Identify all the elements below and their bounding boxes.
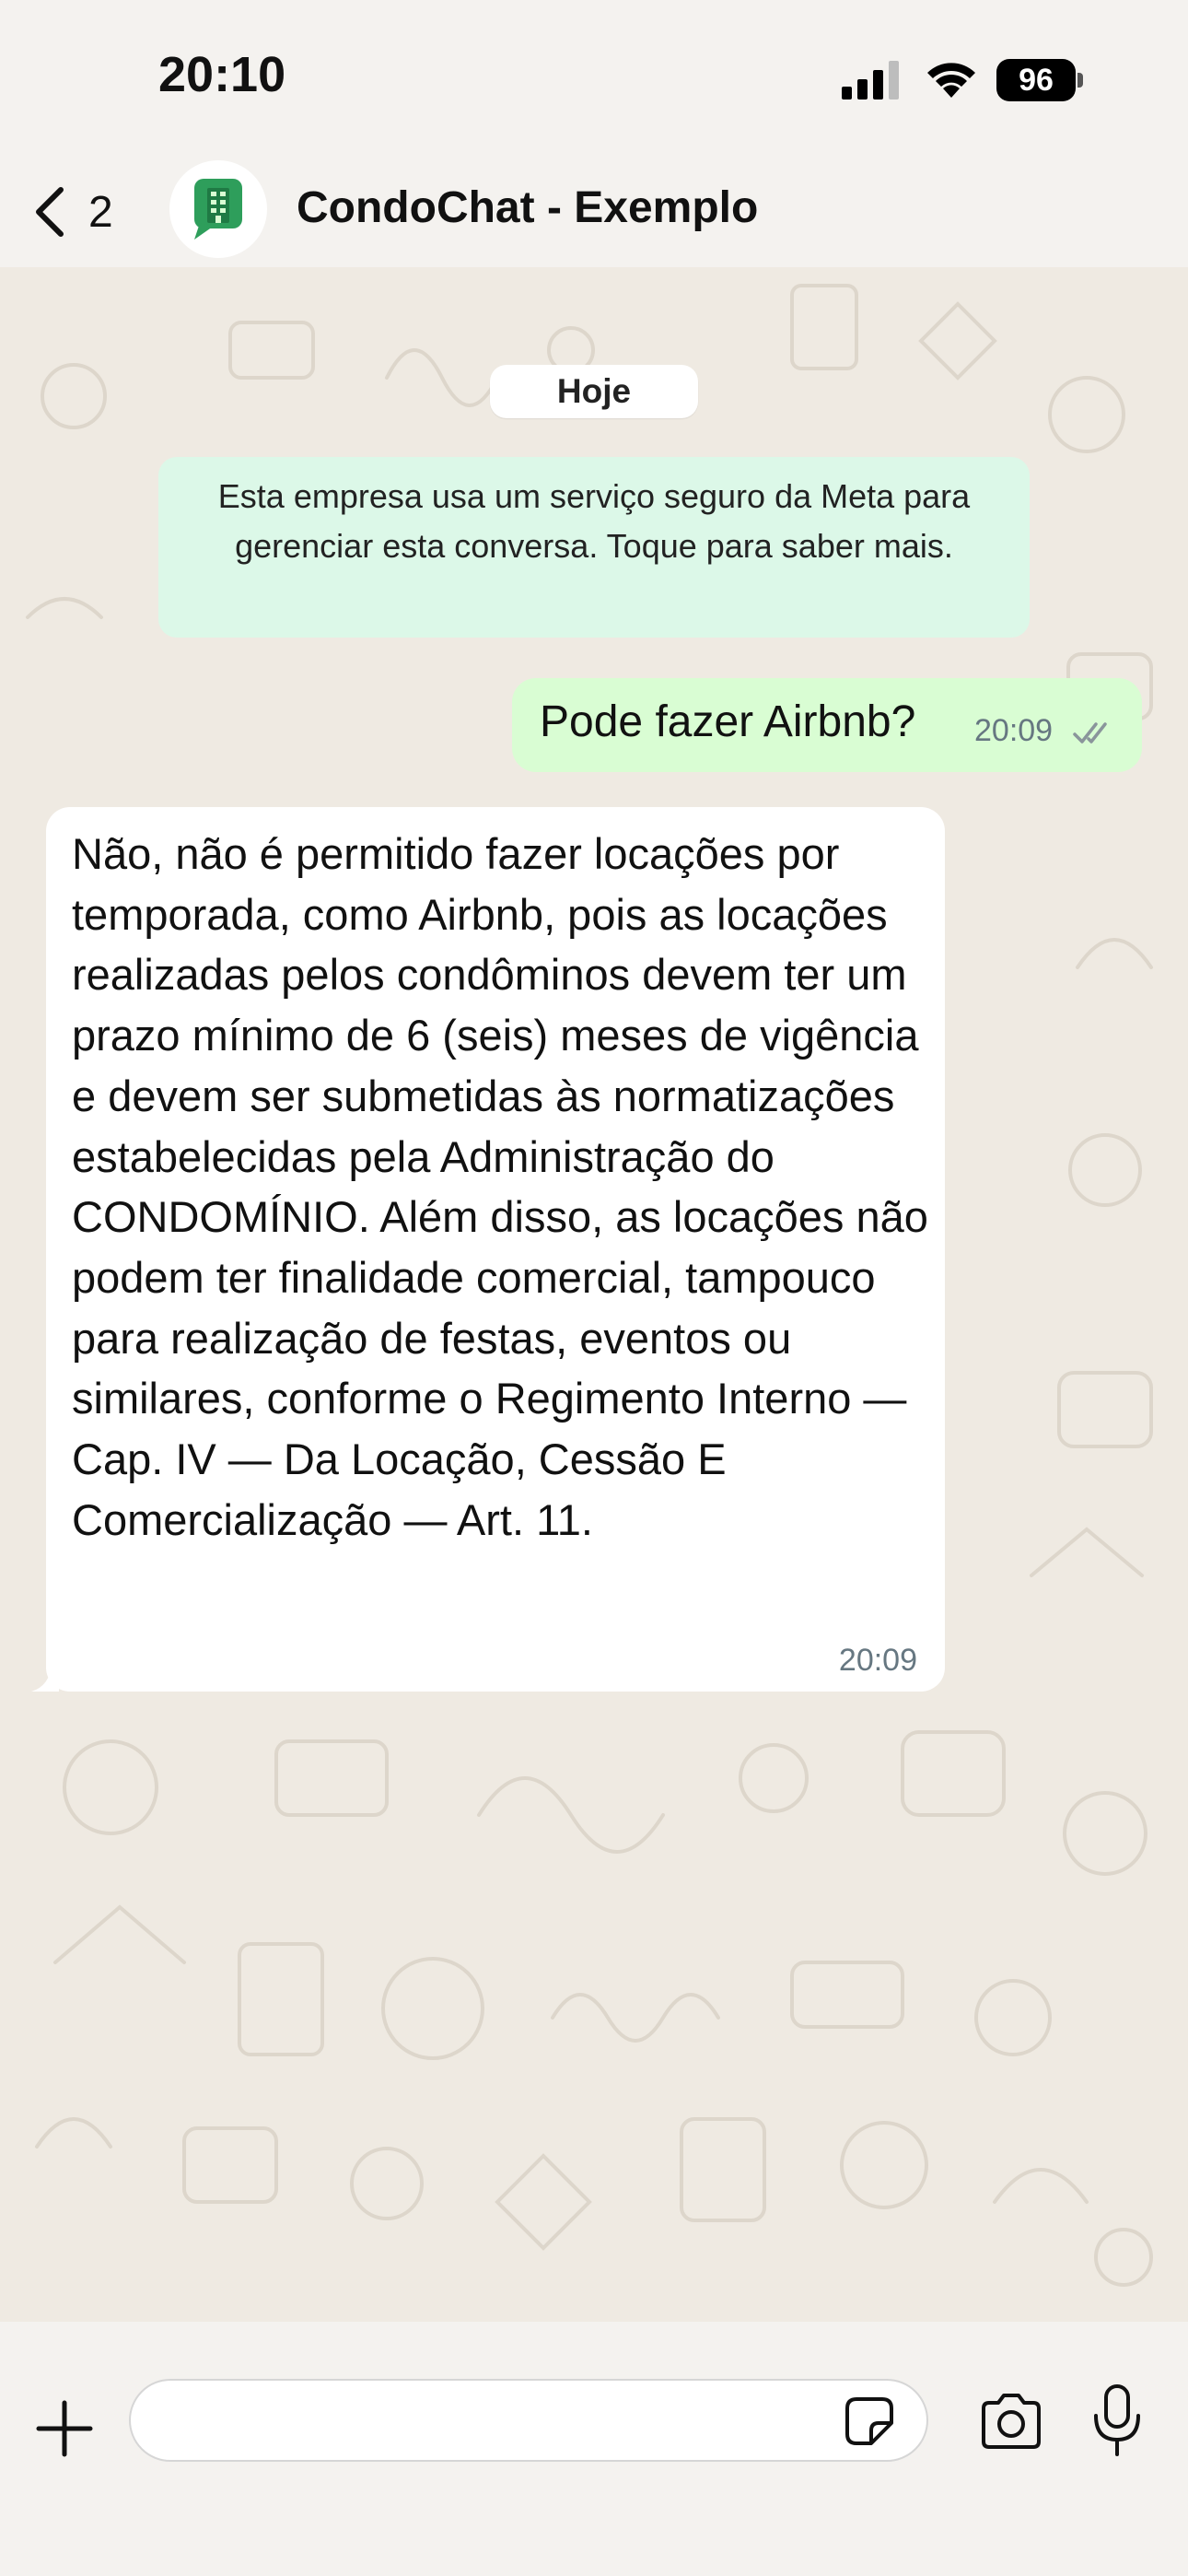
chevron-left-icon [36,187,64,237]
battery-level: 96 [996,59,1076,101]
bubble-tail [31,1664,59,1692]
back-button[interactable]: 2 [29,175,131,249]
plus-icon[interactable] [33,2397,96,2460]
avatar[interactable] [169,160,267,258]
message-time: 20:09 [838,1643,917,1678]
sticker-icon[interactable] [844,2395,895,2447]
wifi-icon [927,63,975,98]
microphone-icon[interactable] [1090,2383,1144,2458]
chat-area[interactable]: Hoje Esta empresa usa um serviço seguro … [0,267,1188,2322]
battery-icon: 96 [996,59,1085,101]
message-text: Não, não é permitido fazer locações por … [72,829,928,1544]
chat-header: 2 CondoChat - Exemplo [0,157,1188,267]
date-chip: Hoje [490,365,698,418]
chat-title[interactable]: CondoChat - Exemplo [297,182,758,233]
message-text: Pode fazer Airbnb? [540,697,916,746]
signal-icon [842,61,899,100]
message-input[interactable] [129,2379,928,2462]
outgoing-message[interactable]: Pode fazer Airbnb? 20:09 [512,678,1142,772]
building-chat-icon [194,179,242,240]
unread-count: 2 [88,187,113,237]
status-bar: 20:10 96 [0,0,1188,157]
camera-icon[interactable] [978,2392,1044,2451]
read-ticks-icon [1073,722,1107,744]
whatsapp-chat-screen: 20:10 96 2 CondoChat - Exemplo Hoje Esta… [0,0,1188,2576]
home-indicator-area [0,2524,1188,2576]
incoming-message[interactable]: Não, não é permitido fazer locações por … [31,807,945,1692]
battery-tip [1077,73,1083,88]
message-time: 20:09 [974,713,1054,748]
status-time: 20:10 [158,47,286,102]
encryption-notice[interactable]: Esta empresa usa um serviço seguro da Me… [158,457,1030,638]
